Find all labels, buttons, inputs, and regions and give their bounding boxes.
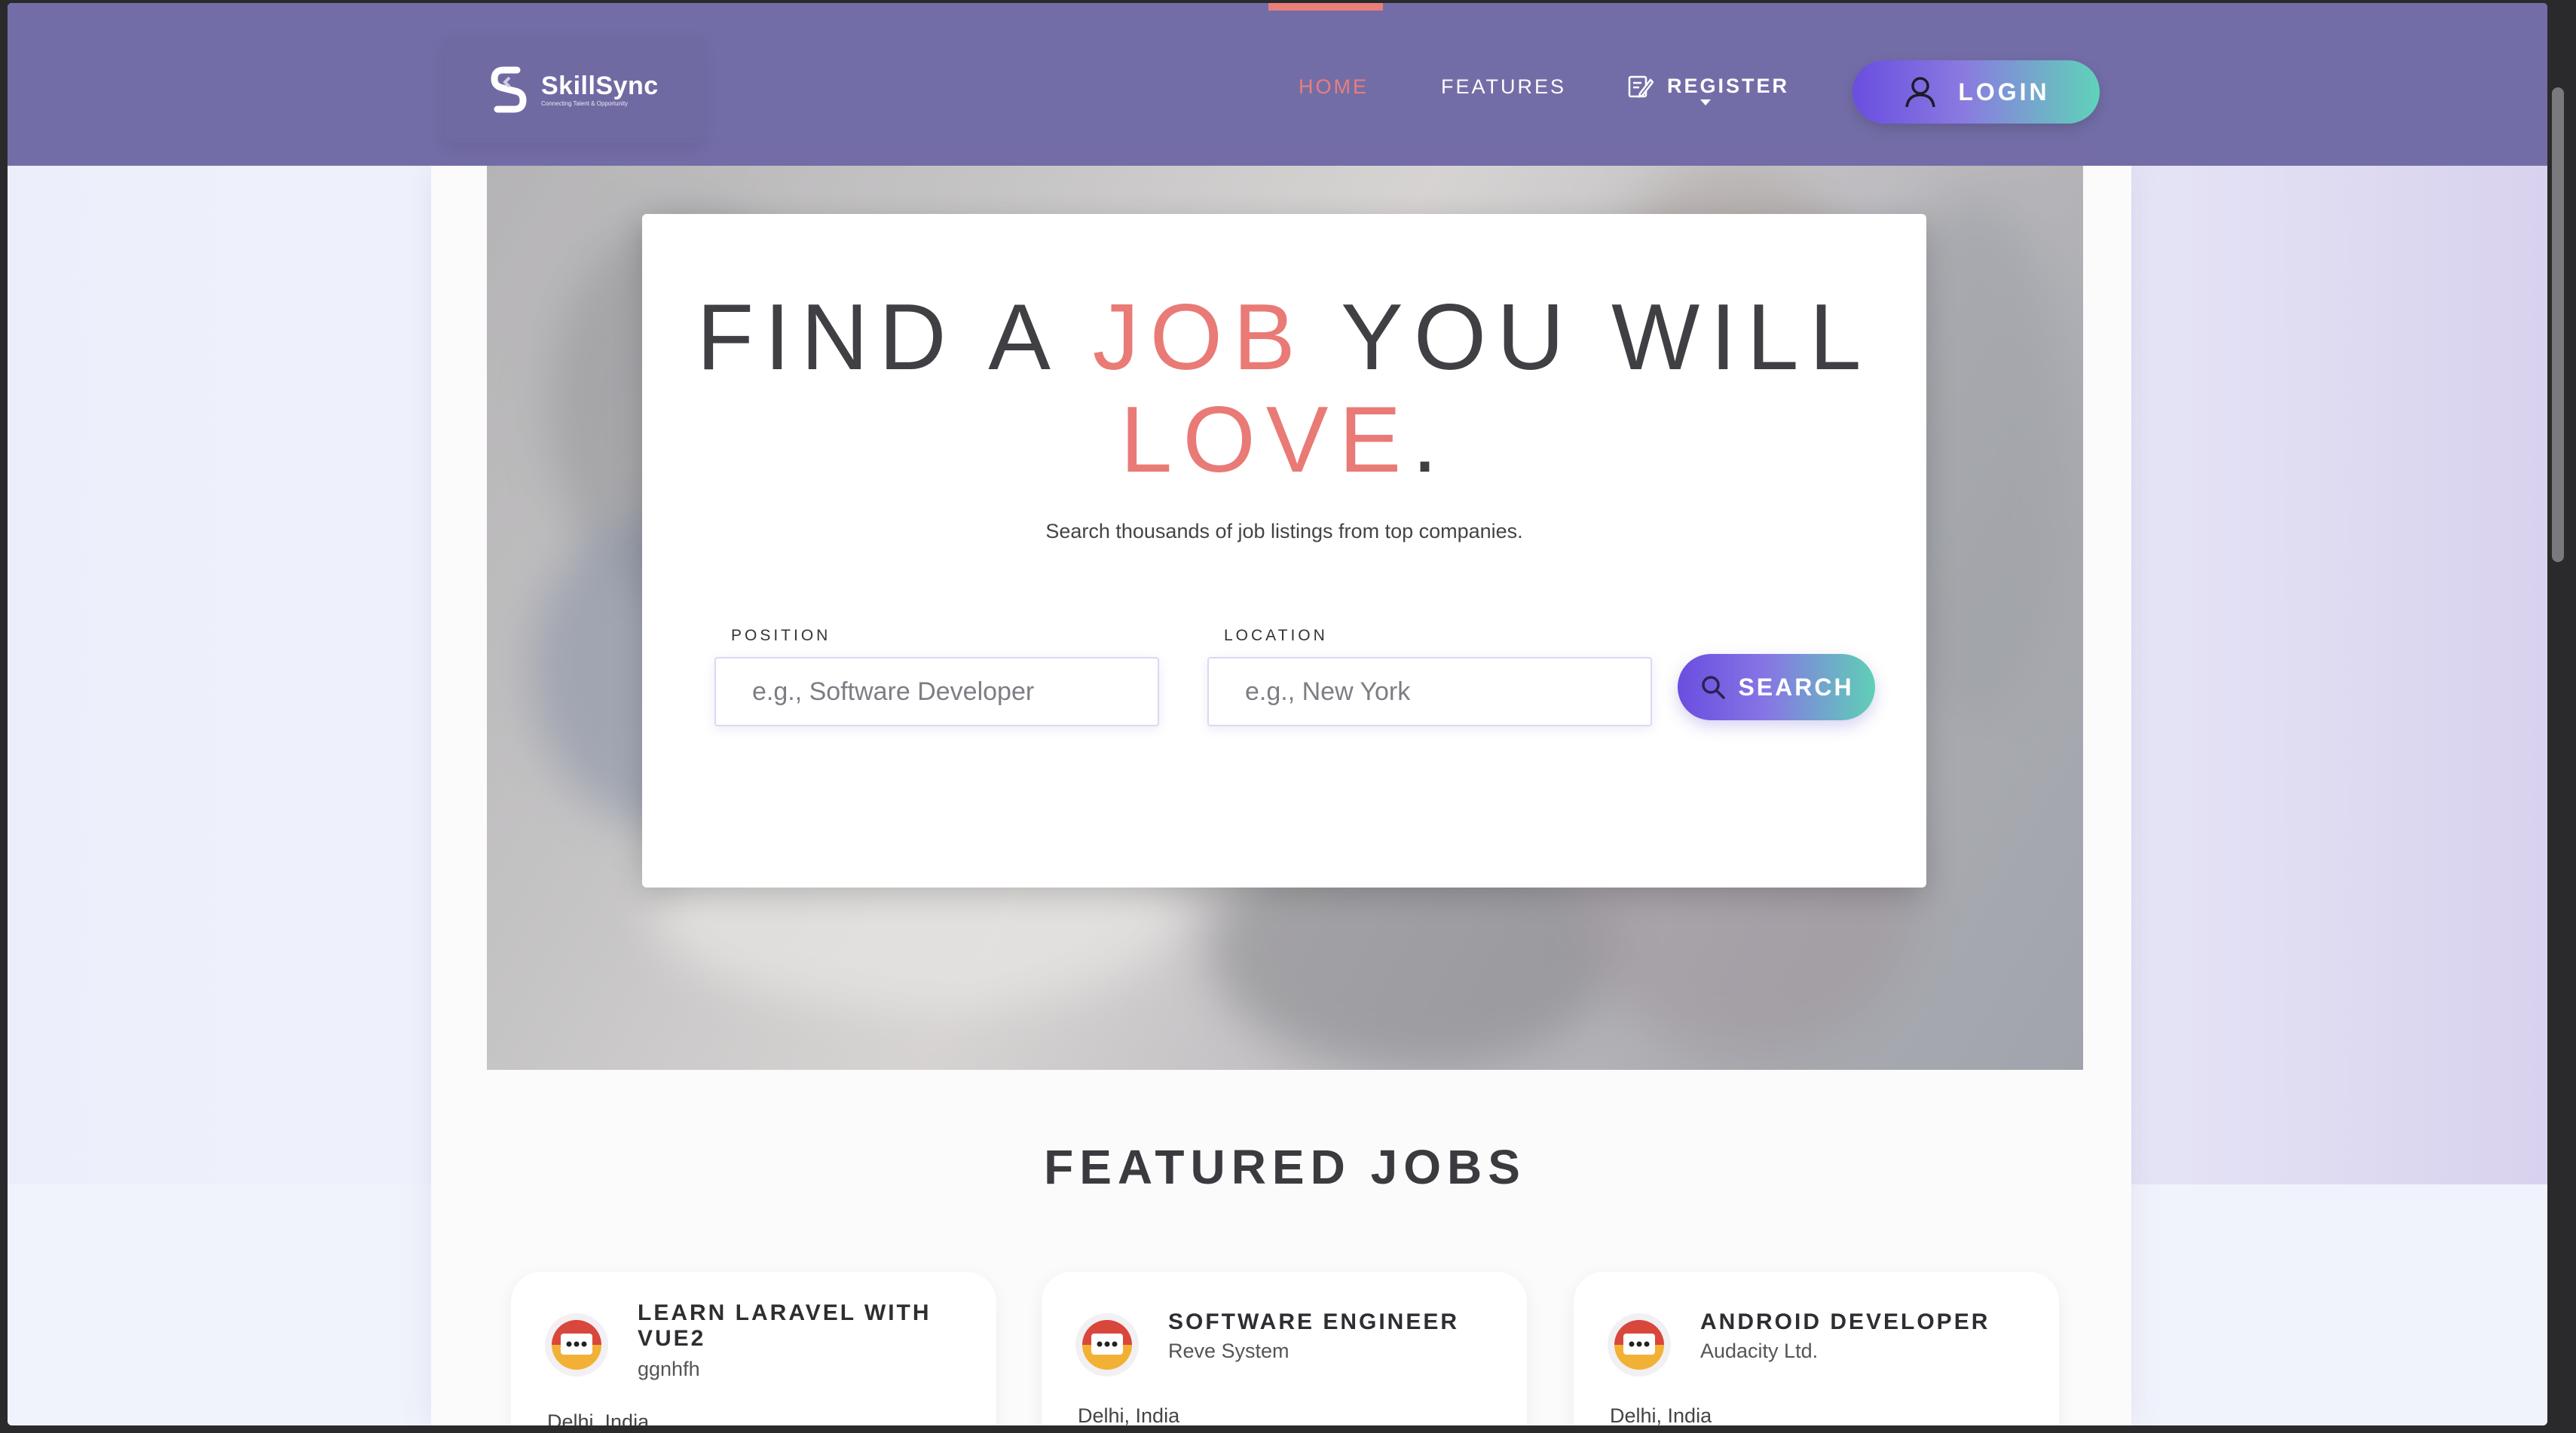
active-nav-indicator bbox=[1268, 3, 1383, 11]
job-location: Delhi, India bbox=[1078, 1404, 1180, 1425]
user-icon bbox=[1905, 77, 1936, 108]
headline-text-2: YOU WILL bbox=[1305, 286, 1872, 390]
nav-features[interactable]: FEATURES bbox=[1441, 75, 1566, 99]
position-label: POSITION bbox=[731, 627, 831, 644]
position-input[interactable] bbox=[714, 657, 1159, 726]
navbar: SkillSync Connecting Talent & Opportunit… bbox=[8, 3, 2547, 166]
nav-home[interactable]: HOME bbox=[1299, 75, 1369, 99]
brand-name: SkillSync bbox=[541, 72, 659, 100]
job-location: Delhi, India bbox=[1610, 1404, 1712, 1425]
job-company: ggnhfh bbox=[638, 1358, 700, 1380]
nav-register-label: REGISTER bbox=[1667, 74, 1790, 97]
search-icon bbox=[1702, 676, 1726, 699]
location-label: LOCATION bbox=[1224, 627, 1328, 644]
browser-window: SkillSync Connecting Talent & Opportunit… bbox=[8, 3, 2547, 1425]
nav-register[interactable]: REGISTER bbox=[1626, 72, 1789, 99]
job-title: ANDROID DEVELOPER bbox=[1700, 1309, 1990, 1334]
brand-logo[interactable]: SkillSync Connecting Talent & Opportunit… bbox=[445, 38, 702, 143]
chevron-down-icon bbox=[1700, 99, 1711, 105]
job-title: SOFTWARE ENGINEER bbox=[1168, 1309, 1460, 1334]
company-logo-icon bbox=[1608, 1313, 1671, 1376]
job-card[interactable]: SOFTWARE ENGINEER Reve System Delhi, Ind… bbox=[1042, 1272, 1527, 1425]
company-logo-icon bbox=[545, 1313, 608, 1376]
company-logo-icon bbox=[1075, 1313, 1139, 1376]
location-input[interactable] bbox=[1207, 657, 1652, 726]
headline-text-1: FIND A bbox=[696, 286, 1093, 390]
search-button-label: SEARCH bbox=[1738, 673, 1854, 701]
headline-accent-2: LOVE bbox=[1120, 388, 1412, 492]
featured-jobs-title: FEATURED JOBS bbox=[1044, 1140, 1526, 1194]
job-title: LEARN LARAVEL WITH VUE2 bbox=[638, 1300, 932, 1351]
brand-tagline: Connecting Talent & Opportunity bbox=[541, 100, 629, 107]
login-label: LOGIN bbox=[1958, 78, 2050, 105]
scrollbar-thumb[interactable] bbox=[2552, 87, 2564, 562]
job-card[interactable]: ANDROID DEVELOPER Audacity Ltd. Delhi, I… bbox=[1574, 1272, 2059, 1425]
headline-period: . bbox=[1412, 388, 1449, 492]
register-icon bbox=[1628, 75, 1654, 98]
headline-accent-1: JOB bbox=[1092, 286, 1306, 390]
job-card[interactable]: LEARN LARAVEL WITH VUE2 ggnhfh Delhi, In… bbox=[511, 1272, 996, 1425]
job-location: Delhi, India bbox=[547, 1410, 650, 1425]
job-company: Reve System bbox=[1168, 1340, 1290, 1362]
skillsync-logo-icon bbox=[491, 66, 527, 113]
login-button[interactable]: LOGIN bbox=[1852, 60, 2100, 124]
job-company: Audacity Ltd. bbox=[1700, 1340, 1819, 1362]
search-button[interactable]: SEARCH bbox=[1678, 654, 1875, 720]
search-card: FIND A JOB YOU WILL LOVE. Search thousand… bbox=[642, 214, 1926, 888]
hero-subheading: Search thousands of job listings from to… bbox=[1045, 520, 1523, 542]
hero-headline: FIND A JOB YOU WILL LOVE. bbox=[642, 286, 1926, 491]
